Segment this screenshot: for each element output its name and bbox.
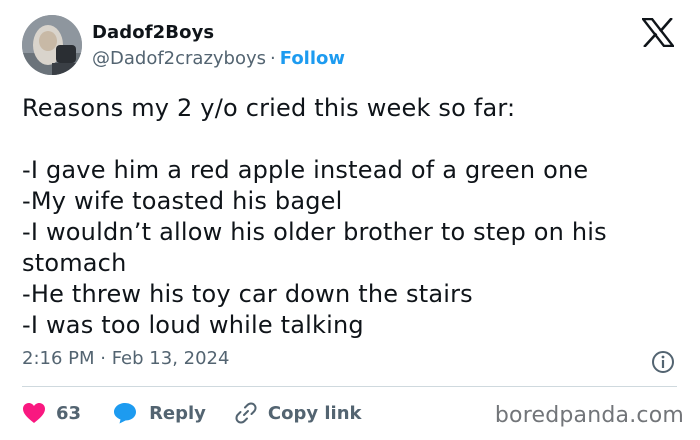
follow-button[interactable]: Follow bbox=[280, 48, 345, 69]
heart-icon bbox=[23, 403, 45, 423]
watermark: boredpanda.com bbox=[494, 403, 684, 428]
x-logo-icon[interactable] bbox=[642, 18, 674, 47]
copy-link-button[interactable]: Copy link bbox=[234, 401, 362, 425]
display-name[interactable]: Dadof2Boys bbox=[92, 22, 214, 43]
link-icon bbox=[235, 402, 257, 424]
reply-label: Reply bbox=[149, 402, 206, 424]
tweet-line: -I wouldn’t allow his older brother to s… bbox=[22, 218, 607, 246]
handle[interactable]: @Dadof2crazyboys bbox=[92, 48, 266, 69]
separator-dot: · bbox=[270, 48, 276, 69]
reply-bubble-icon bbox=[114, 403, 137, 424]
tweet-line: Reasons my 2 y/o cried this week so far: bbox=[22, 94, 516, 122]
info-icon[interactable] bbox=[651, 350, 675, 374]
action-bar: 63 Reply Copy link bbox=[22, 398, 362, 428]
tweet-card: Dadof2Boys @Dadof2crazyboys · Follow Reaso… bbox=[0, 0, 700, 440]
copy-link-label: Copy link bbox=[267, 402, 362, 424]
tweet-line: stomach bbox=[22, 249, 127, 277]
tweet-line bbox=[22, 124, 682, 155]
avatar[interactable] bbox=[22, 15, 82, 75]
reply-button[interactable]: Reply bbox=[113, 402, 206, 424]
avatar-image bbox=[22, 15, 82, 75]
tweet-text: Reasons my 2 y/o cried this week so far:… bbox=[22, 93, 682, 341]
timestamp[interactable]: 2:16 PM · Feb 13, 2024 bbox=[22, 348, 229, 369]
divider bbox=[22, 386, 677, 387]
tweet-line: -He threw his toy car down the stairs bbox=[22, 280, 473, 308]
tweet-line: -I gave him a red apple instead of a gre… bbox=[22, 156, 589, 184]
like-count: 63 bbox=[56, 402, 82, 424]
tweet-line: -My wife toasted his bagel bbox=[22, 187, 343, 215]
handle-row: @Dadof2crazyboys · Follow bbox=[92, 48, 345, 69]
tweet-line: -I was too loud while talking bbox=[22, 311, 364, 339]
like-button[interactable]: 63 bbox=[22, 402, 81, 424]
